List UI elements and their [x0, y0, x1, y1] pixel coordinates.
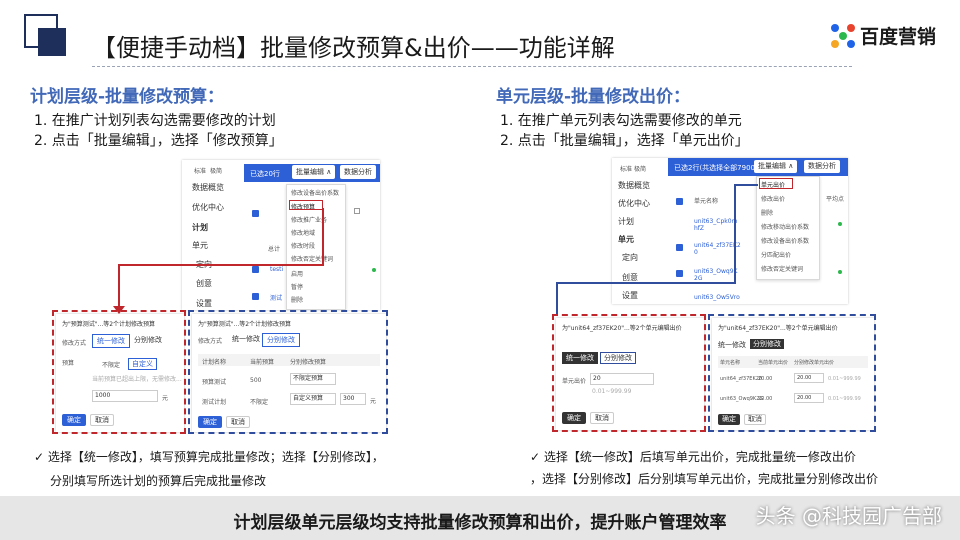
- menu-item-negative-keywords[interactable]: 修改否定关键词: [291, 254, 333, 263]
- header-divider: [92, 66, 852, 67]
- logo-square-filled: [38, 28, 66, 56]
- sidebar-item-unit[interactable]: 单元: [192, 240, 208, 251]
- sidebar-item-plan[interactable]: 计划: [618, 216, 634, 227]
- connector-line: [118, 264, 323, 266]
- connector-line: [734, 184, 758, 186]
- right-step-2: 2. 点击「批量编辑」，选择「单元出价」: [500, 133, 749, 149]
- tab-standard[interactable]: 标准: [194, 166, 206, 175]
- sidebar-item-settings[interactable]: 设置: [622, 290, 638, 301]
- sidebar-item-optimize[interactable]: 优化中心: [192, 202, 224, 213]
- header-checkbox[interactable]: [252, 210, 259, 217]
- tab-simple[interactable]: 极简: [634, 164, 646, 173]
- menu-item-mobile-bid[interactable]: 修改移动出价系数: [761, 222, 809, 231]
- tab-simple[interactable]: 极简: [210, 166, 222, 175]
- data-analysis-button[interactable]: 数据分析: [340, 165, 376, 179]
- menu-item-modify-bid[interactable]: 修改出价: [761, 194, 785, 203]
- row-name[interactable]: 测试: [270, 293, 282, 302]
- selection-toolbar: 已选2行(共选择全部79007行) 批量编辑 ∧ 数据分析: [668, 158, 848, 176]
- column-header: 单元名称: [694, 198, 719, 205]
- left-note-line-2: 分别填写所选计划的预算后完成批量修改: [50, 474, 267, 488]
- status-dot-icon: [372, 268, 376, 272]
- batch-edit-button[interactable]: 批量编辑 ∧: [292, 165, 336, 179]
- plan-list-screenshot: 标准 极简 数据概览 优化中心 计划 单元 定向 创意 设置 已选20行 批量编…: [182, 160, 380, 310]
- watermark: 头条 @科技园广告部: [755, 504, 942, 528]
- selection-toolbar: 已选20行 批量编辑 ∧ 数据分析: [244, 164, 380, 182]
- left-section-title: 计划层级-批量修改预算：: [30, 87, 225, 107]
- connector-line: [322, 208, 324, 266]
- menu-item-pause[interactable]: 暂停: [291, 282, 303, 291]
- connector-line: [556, 282, 736, 284]
- right-section-title: 单元层级-批量修改出价：: [496, 87, 691, 107]
- menu-item-negative-keywords[interactable]: 修改否定关键词: [761, 264, 803, 273]
- row-total: 总计: [268, 246, 281, 253]
- sidebar-item-optimize[interactable]: 优化中心: [618, 198, 650, 209]
- tab-standard[interactable]: 标准: [620, 164, 632, 173]
- row-name[interactable]: unit64_zf37EK2 0: [694, 242, 741, 256]
- row-name[interactable]: testi: [270, 266, 283, 273]
- menu-item-device-bid[interactable]: 修改设备出价系数: [761, 236, 809, 245]
- sidebar-item-targeting[interactable]: 定向: [622, 252, 638, 263]
- menu-highlight-box: [759, 178, 793, 189]
- brand-logo: 百度营销: [830, 22, 936, 49]
- right-note-line-2: ，选择【分别修改】后分别填写单元出价，完成批量分别修改出价: [530, 472, 879, 486]
- sidebar-item-unit[interactable]: 单元: [618, 234, 634, 245]
- batch-edit-button[interactable]: 批量编辑 ∧: [754, 160, 798, 173]
- menu-item-enable[interactable]: 启用: [291, 269, 303, 278]
- connector-line: [556, 282, 558, 316]
- highlight-frame-red: [52, 310, 186, 434]
- row-checkbox[interactable]: [252, 293, 259, 300]
- menu-highlight-box: [289, 200, 323, 210]
- menu-item-schedule[interactable]: 修改时段: [291, 241, 315, 250]
- menu-item-region[interactable]: 修改地域: [291, 228, 315, 237]
- batch-edit-menu: 单元出价 修改出价 删除 修改移动出价系数 修改设备出价系数 分匹配出价 修改否…: [756, 176, 820, 280]
- sidebar-item-creative[interactable]: 创意: [196, 278, 212, 289]
- row-name[interactable]: unit63_Ow5Vro: [694, 294, 740, 301]
- status-dot-icon: [838, 222, 842, 226]
- sidebar-item-overview[interactable]: 数据概览: [618, 180, 650, 191]
- sidebar-item-settings[interactable]: 设置: [196, 298, 212, 309]
- row-checkbox[interactable]: [676, 244, 683, 251]
- highlight-frame-red: [552, 314, 706, 432]
- column-header: 平均点: [826, 196, 845, 203]
- connector-line: [734, 184, 736, 284]
- row-name[interactable]: unit63_Cpk0m hfZ: [694, 218, 738, 232]
- menu-item-delete[interactable]: 删除: [761, 208, 773, 217]
- left-step-2: 2. 点击「批量编辑」，选择「修改预算」: [34, 133, 283, 149]
- highlight-frame-blue: [188, 310, 388, 434]
- sidebar-item-overview[interactable]: 数据概览: [192, 182, 224, 193]
- highlight-frame-blue: [708, 314, 876, 432]
- connector-line: [118, 264, 120, 312]
- sidebar-item-plan[interactable]: 计划: [192, 222, 208, 233]
- batch-edit-menu: 修改设备出价系数 修改预算 修改推广业务 修改地域 修改时段 修改否定关键词 启…: [286, 184, 346, 310]
- selected-count: 已选20行: [250, 170, 280, 178]
- column-settings-icon[interactable]: [354, 208, 360, 214]
- baidu-marketing-icon: [830, 23, 855, 48]
- menu-item-device-bid[interactable]: 修改设备出价系数: [291, 188, 339, 197]
- row-checkbox[interactable]: [676, 270, 683, 277]
- data-analysis-button[interactable]: 数据分析: [804, 160, 840, 173]
- row-checkbox[interactable]: [252, 266, 259, 273]
- right-step-1: 1. 在推广单元列表勾选需要修改的单元: [500, 113, 742, 129]
- status-dot-icon: [838, 270, 842, 274]
- right-note-line-1: ✓ 选择【统一修改】后填写单元出价，完成批量统一修改出价: [530, 450, 856, 464]
- left-step-1: 1. 在推广计划列表勾选需要修改的计划: [34, 113, 276, 129]
- menu-item-delete[interactable]: 删除: [291, 295, 303, 304]
- menu-item-match-bid[interactable]: 分匹配出价: [761, 250, 791, 259]
- row-name[interactable]: unit63_Owq9K 2G: [694, 268, 738, 282]
- left-note-line-1: ✓ 选择【统一修改】，填写预算完成批量修改；选择【分别修改】，: [34, 450, 384, 464]
- header-checkbox[interactable]: [676, 198, 683, 205]
- brand-name: 百度营销: [859, 26, 936, 48]
- page-title: 【便捷手动档】批量修改预算&出价——功能详解: [92, 34, 615, 62]
